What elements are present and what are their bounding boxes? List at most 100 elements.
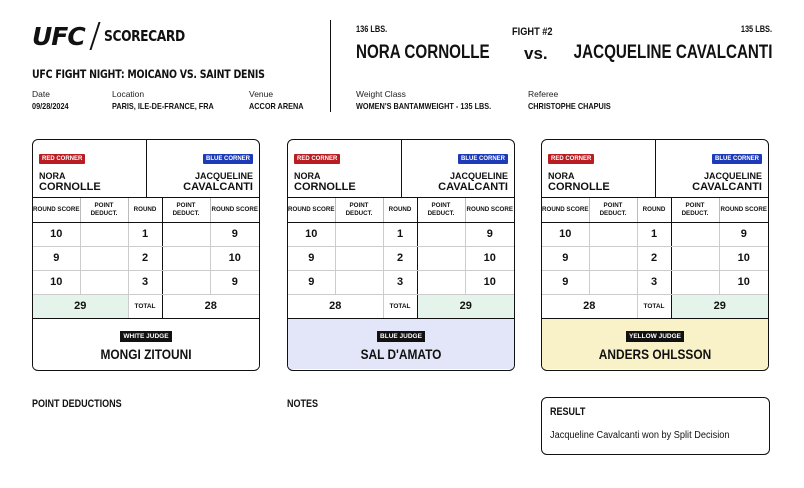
round-row: 9 2 10: [288, 246, 514, 271]
judge-badge: WHITE JUDGE: [120, 330, 172, 342]
result-text: Jacqueline Cavalcanti won by Split Decis…: [550, 430, 730, 441]
judge-section: WHITE JUDGE MONGI ZITOUNI: [33, 318, 259, 369]
logo-divider: [89, 22, 101, 50]
point-deductions-heading: POINT DEDUCTIONS: [32, 398, 122, 410]
red-corner: RED CORNER NORA CORNOLLE: [288, 140, 402, 197]
round-number: 1: [636, 222, 672, 247]
red-point-deduction: [335, 270, 384, 295]
total-row: 28 TOTAL 29: [288, 293, 514, 319]
red-point-deduction: [80, 222, 129, 247]
location-label: Location: [112, 89, 145, 99]
score-header-row: ROUND SCORE POINT DEDUCT. ROUND POINT DE…: [288, 198, 514, 223]
weight-class-label: Weight Class: [356, 89, 406, 99]
corner-header: RED CORNER NORA CORNOLLE BLUE CORNER JAC…: [288, 140, 514, 198]
scorecard-judge-3: RED CORNER NORA CORNOLLE BLUE CORNER JAC…: [541, 139, 769, 371]
judge-name: ANDERS OHLSSON: [598, 345, 712, 362]
red-round-score: 9: [288, 246, 336, 271]
red-first-name: NORA: [39, 171, 66, 181]
red-round-score: 10: [33, 222, 81, 247]
red-corner: RED CORNER NORA CORNOLLE: [33, 140, 147, 197]
red-point-deduct-header: POINT DEDUCT.: [80, 198, 129, 223]
red-round-score-header: ROUND SCORE: [542, 198, 590, 223]
round-number: 3: [382, 270, 418, 295]
red-round-score: 9: [542, 246, 590, 271]
round-number: 1: [127, 222, 163, 247]
blue-round-score: 10: [465, 246, 514, 271]
round-number: 1: [382, 222, 418, 247]
round-header: ROUND: [382, 198, 418, 223]
blue-round-score-header: ROUND SCORE: [719, 198, 768, 223]
red-round-score: 10: [542, 222, 590, 247]
event-title: UFC FIGHT NIGHT: MOICANO VS. SAINT DENIS: [32, 67, 265, 81]
scorecard-judge-2: RED CORNER NORA CORNOLLE BLUE CORNER JAC…: [287, 139, 515, 371]
blue-point-deduct-header: POINT DEDUCT.: [417, 198, 466, 223]
blue-corner: BLUE CORNER JACQUELINE CAVALCANTI: [147, 140, 260, 197]
blue-round-score: 10: [719, 270, 768, 295]
blue-round-score: 9: [210, 222, 259, 247]
blue-corner-badge: BLUE CORNER: [457, 154, 508, 164]
referee-value: CHRISTOPHE CHAPUIS: [528, 101, 611, 111]
score-table: ROUND SCORE POINT DEDUCT. ROUND POINT DE…: [542, 198, 768, 319]
blue-first-name: JACQUELINE: [703, 171, 762, 181]
ufc-logo: UFC SCORECARD: [32, 20, 322, 52]
round-row: 9 2 10: [542, 246, 768, 271]
blue-last-name: CAVALCANTI: [692, 181, 762, 193]
red-last-name: CORNOLLE: [39, 181, 101, 193]
scorecard-judge-1: RED CORNER NORA CORNOLLE BLUE CORNER JAC…: [32, 139, 260, 371]
round-row: 10 1 9: [33, 222, 259, 247]
blue-point-deduction: [162, 222, 211, 247]
red-point-deduction: [80, 270, 129, 295]
red-point-deduction: [335, 222, 384, 247]
total-row: 28 TOTAL 29: [542, 293, 768, 319]
red-round-score: 9: [542, 270, 590, 295]
round-row: 9 3 10: [288, 270, 514, 295]
judge-badge: BLUE JUDGE: [377, 330, 425, 342]
judge-badge: YELLOW JUDGE: [625, 330, 684, 342]
venue-label: Venue: [249, 89, 274, 99]
location-value: PARIS, ILE-DE-FRANCE, FRA: [112, 101, 214, 111]
blue-first-name: JACQUELINE: [194, 171, 253, 181]
blue-point-deduction: [417, 270, 466, 295]
red-total: 28: [288, 293, 384, 319]
blue-round-score: 10: [210, 246, 259, 271]
red-total: 29: [33, 293, 129, 319]
blue-point-deduction: [671, 222, 720, 247]
red-point-deduction: [589, 222, 638, 247]
corner-header: RED CORNER NORA CORNOLLE BLUE CORNER JAC…: [33, 140, 259, 198]
blue-round-score: 9: [465, 222, 514, 247]
round-number: 2: [127, 246, 163, 271]
blue-corner-badge: BLUE CORNER: [202, 154, 253, 164]
scorecard-title: SCORECARD: [103, 27, 185, 45]
red-first-name: NORA: [548, 171, 575, 181]
red-last-name: CORNOLLE: [294, 181, 356, 193]
total-label: TOTAL: [636, 293, 672, 319]
referee-label: Referee: [528, 89, 559, 99]
round-header: ROUND: [127, 198, 163, 223]
red-round-score: 9: [288, 270, 336, 295]
blue-corner-badge: BLUE CORNER: [711, 154, 762, 164]
blue-first-name: JACQUELINE: [449, 171, 508, 181]
red-fighter-name: NORA CORNOLLE: [356, 42, 490, 63]
red-point-deduction: [589, 270, 638, 295]
round-row: 10 3 9: [33, 270, 259, 295]
result-heading: RESULT: [550, 406, 586, 418]
vs-label: vs.: [524, 44, 548, 63]
blue-point-deduction: [417, 222, 466, 247]
blue-last-name: CAVALCANTI: [438, 181, 508, 193]
red-round-score-header: ROUND SCORE: [33, 198, 81, 223]
blue-point-deduct-header: POINT DEDUCT.: [162, 198, 211, 223]
blue-last-name: CAVALCANTI: [183, 181, 253, 193]
venue-value: ACCOR ARENA: [249, 101, 304, 111]
blue-point-deduction: [671, 246, 720, 271]
total-label: TOTAL: [127, 293, 163, 319]
blue-weight: 135 LBS.: [740, 24, 772, 34]
blue-point-deduction: [162, 246, 211, 271]
blue-point-deduction: [671, 270, 720, 295]
red-point-deduction: [80, 246, 129, 271]
total-row: 29 TOTAL 28: [33, 293, 259, 319]
date-label: Date: [32, 89, 50, 99]
judge-section: BLUE JUDGE SAL D'AMATO: [288, 318, 514, 369]
red-corner-badge: RED CORNER: [294, 154, 341, 164]
score-table: ROUND SCORE POINT DEDUCT. ROUND POINT DE…: [33, 198, 259, 319]
blue-point-deduction: [162, 270, 211, 295]
